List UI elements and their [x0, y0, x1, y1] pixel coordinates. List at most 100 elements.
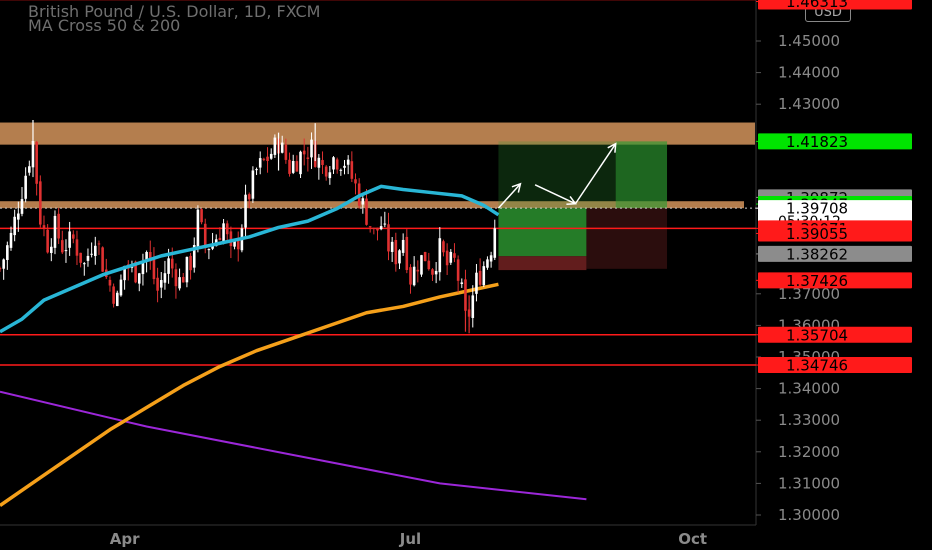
x-tick-label: Apr — [110, 530, 140, 548]
candle-body — [310, 139, 313, 158]
candle-body — [163, 273, 167, 283]
x-tick-label: Jul — [399, 530, 421, 548]
candle-body — [266, 156, 269, 162]
candle-body — [423, 251, 427, 262]
candle-body — [75, 239, 79, 256]
candle-body — [431, 269, 434, 275]
candle-body — [269, 153, 273, 159]
candle-body — [167, 258, 170, 274]
candle-body — [394, 239, 398, 265]
candle-body — [112, 286, 115, 304]
candle-body — [416, 269, 420, 272]
candle-body — [200, 209, 203, 223]
profit-zone — [498, 208, 587, 257]
candle-body — [53, 215, 57, 248]
candle-body — [119, 279, 123, 296]
candle-body — [258, 158, 262, 168]
x-tick-label: Oct — [678, 530, 707, 548]
candle-body — [244, 194, 247, 228]
y-tick-label: 1.32000 — [778, 443, 840, 461]
candle-body — [332, 157, 335, 170]
candle-body — [108, 279, 112, 286]
price-label: 1.37426 — [786, 272, 848, 290]
price-label: 1.46313 — [786, 0, 848, 11]
resistance-zone — [0, 122, 755, 145]
candle-body — [2, 259, 5, 269]
stop-zone-faint — [586, 208, 668, 269]
candle-body — [79, 252, 82, 263]
candle-body — [6, 245, 9, 260]
candle-body — [17, 213, 20, 220]
candle-body — [442, 241, 445, 253]
candle-body — [449, 251, 453, 263]
y-tick-label: 1.44000 — [778, 64, 840, 82]
candle-body — [379, 226, 383, 230]
y-tick-label: 1.31000 — [778, 474, 840, 492]
candle-body — [361, 198, 365, 205]
candle-body — [50, 246, 53, 253]
candle-body — [321, 160, 324, 165]
ma200-line — [0, 282, 499, 507]
candle-body — [189, 255, 192, 271]
y-tick-label: 1.30000 — [778, 506, 840, 524]
candle-body — [225, 223, 229, 235]
price-label: 1.41823 — [786, 133, 848, 151]
candle-body — [86, 255, 90, 261]
candle-body — [390, 241, 394, 252]
candle-body — [376, 227, 379, 231]
candle-body — [460, 282, 464, 284]
candle-body — [247, 194, 251, 200]
candle-body — [196, 209, 200, 248]
candle-body — [346, 159, 350, 165]
candle-body — [170, 258, 174, 269]
y-tick-label: 1.45000 — [778, 32, 840, 50]
candle-body — [159, 280, 163, 288]
candle-body — [412, 266, 416, 286]
candle-body — [97, 243, 101, 245]
target-zone — [615, 141, 668, 209]
candle-body — [57, 213, 60, 239]
candle-body — [489, 255, 493, 262]
candle-body — [486, 259, 489, 268]
candle-body — [72, 234, 75, 239]
candle-body — [101, 247, 104, 272]
candle-body — [354, 179, 357, 184]
candle-body — [152, 258, 156, 280]
candle-body — [0, 268, 2, 270]
candle-body — [317, 157, 321, 168]
y-tick-label: 1.33000 — [778, 411, 840, 429]
candle-body — [328, 172, 332, 179]
candle-body — [475, 272, 478, 294]
candle-body — [39, 181, 42, 225]
candle-body — [291, 161, 295, 173]
candle-body — [68, 231, 71, 248]
candle-body — [324, 166, 328, 177]
candle-body — [405, 236, 409, 271]
candle-body — [365, 198, 368, 225]
candle-body — [299, 151, 302, 175]
candle-body — [178, 277, 181, 289]
candle-body — [445, 250, 449, 266]
candle-body — [288, 159, 291, 174]
candle-body — [335, 159, 339, 170]
candle-body — [82, 263, 86, 265]
candle-body — [93, 245, 97, 256]
candle-body — [453, 253, 456, 258]
candle-body — [401, 239, 405, 253]
price-label: 1.39055 — [786, 225, 848, 243]
y-tick-label: 1.43000 — [778, 95, 840, 113]
candle-body — [181, 276, 185, 283]
candle-body — [61, 240, 64, 253]
candle-body — [383, 223, 387, 225]
candle-body — [20, 199, 24, 214]
candle-body — [398, 250, 401, 264]
candle-body — [387, 224, 390, 252]
candle-body — [28, 166, 31, 173]
candle-body — [229, 231, 233, 247]
candle-body — [438, 238, 442, 273]
price-chart[interactable]: 1.450001.440001.430001.370001.360001.350… — [0, 0, 932, 550]
candle-body — [115, 292, 119, 307]
candle-body — [456, 259, 460, 281]
candle-body — [284, 144, 288, 160]
candle-body — [482, 266, 486, 286]
